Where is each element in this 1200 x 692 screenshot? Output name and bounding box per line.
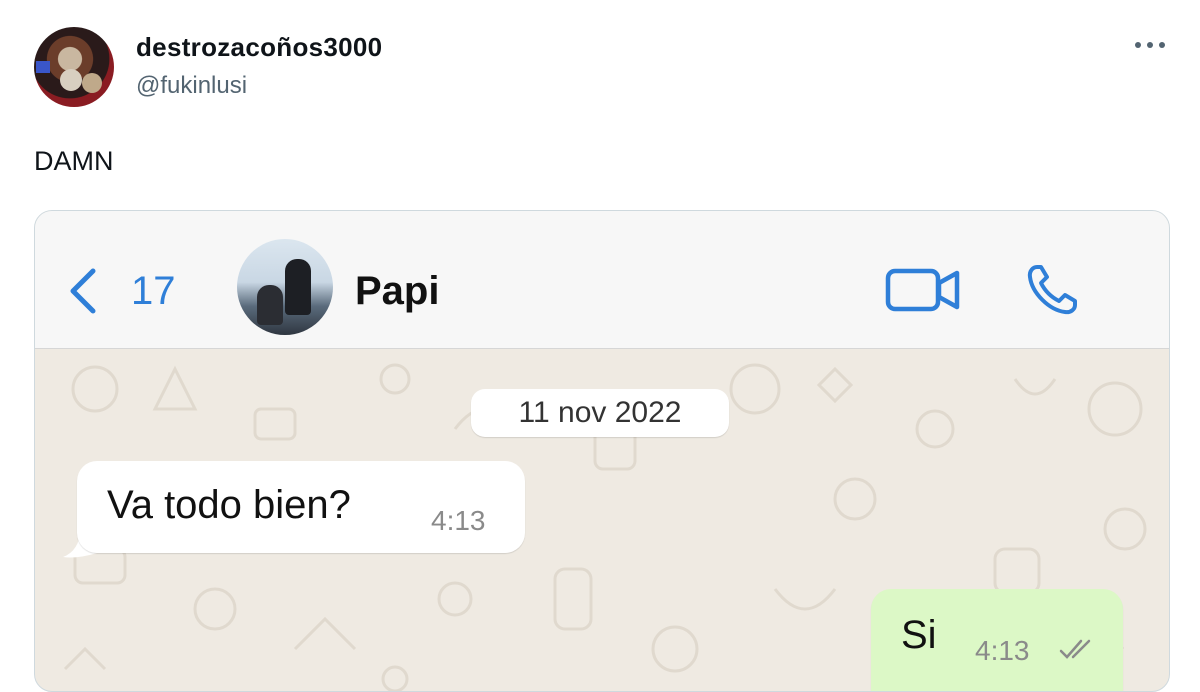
tweet-text: DAMN [34, 146, 114, 176]
chat-header: 17 Papi [35, 211, 1169, 349]
unread-count[interactable]: 17 [131, 269, 176, 314]
phone-icon[interactable] [1023, 261, 1081, 319]
avatar-detail [60, 69, 82, 91]
message-bubble-incoming[interactable]: Va todo bien? 4:13 [77, 461, 525, 553]
message-time: 4:13 [431, 505, 486, 536]
contact-name[interactable]: Papi [355, 269, 439, 314]
date-separator: 11 nov 2022 [471, 389, 729, 437]
contact-avatar[interactable] [237, 239, 333, 335]
message-time: 4:13 [975, 635, 1030, 666]
user-avatar[interactable] [34, 27, 114, 107]
display-name[interactable]: destrozacoños3000 [136, 32, 382, 63]
video-camera-icon[interactable] [885, 265, 961, 315]
double-check-icon [1059, 639, 1091, 659]
avatar-detail [257, 285, 283, 325]
chevron-left-icon[interactable] [65, 265, 101, 317]
avatar-detail [82, 73, 102, 93]
more-horizontal-icon[interactable] [1130, 30, 1170, 60]
avatar-detail [285, 259, 311, 315]
message-text: Si [901, 613, 937, 657]
message-text: Va todo bien? [107, 483, 351, 527]
user-handle[interactable]: @fukinlusi [136, 72, 247, 100]
avatar-detail [36, 61, 50, 73]
message-bubble-outgoing[interactable]: Si 4:13 [871, 589, 1123, 691]
tweet-media[interactable]: 17 Papi 11 nov 2022 Va todo bien? 4:13 S… [34, 210, 1170, 692]
